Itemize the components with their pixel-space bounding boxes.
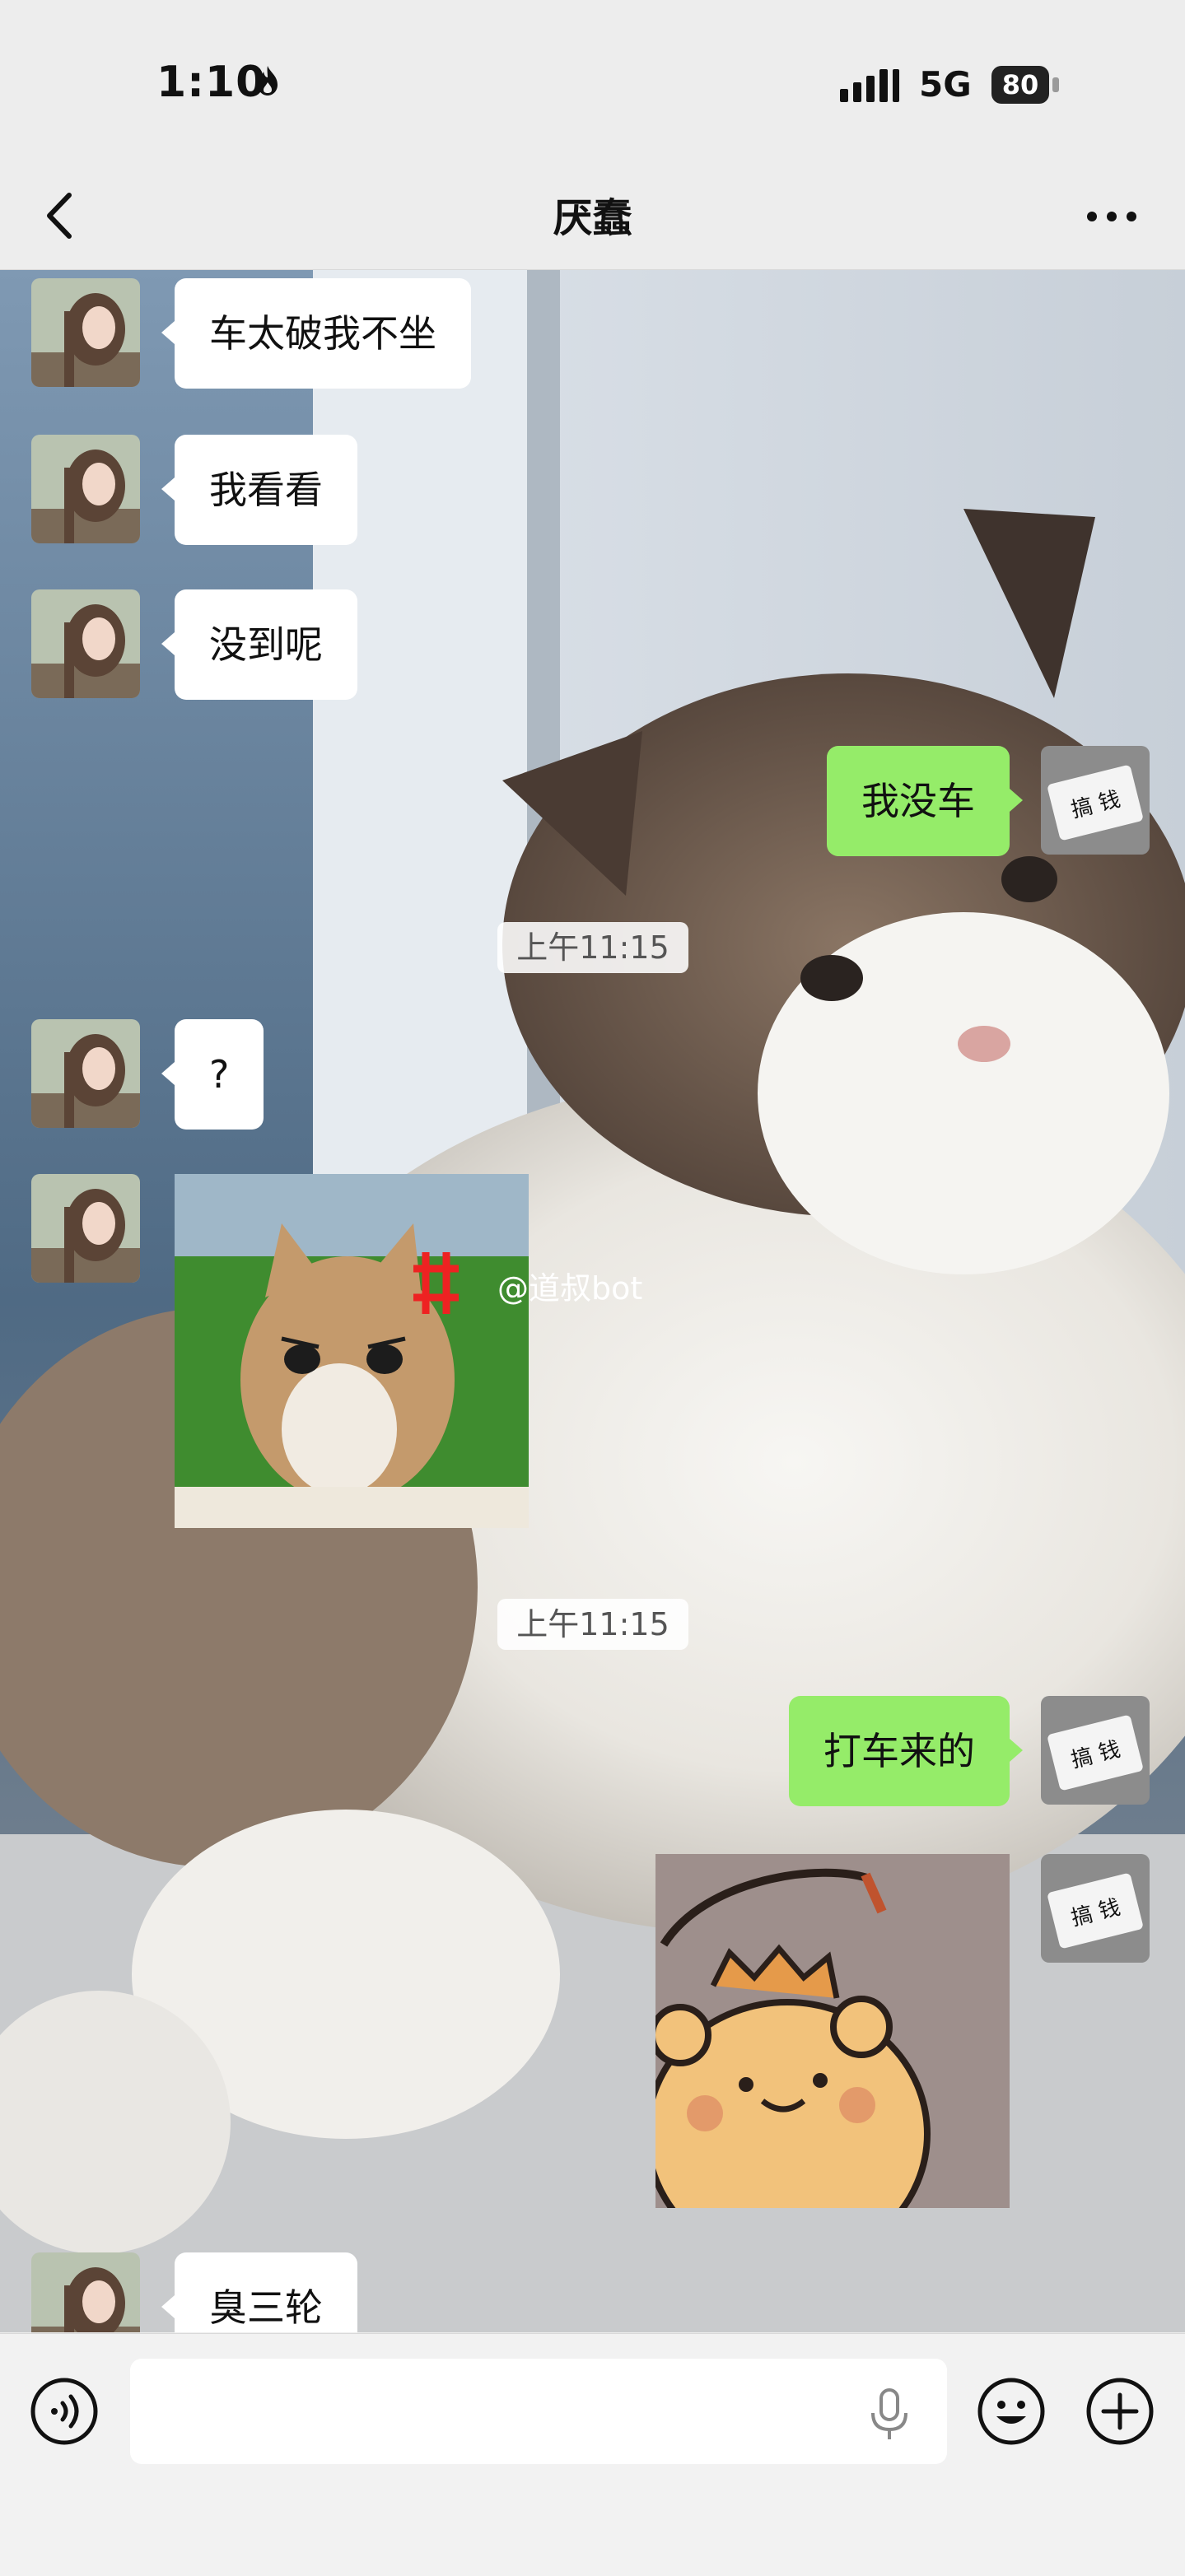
contact-avatar[interactable] <box>31 1174 140 1283</box>
my-avatar[interactable]: 搞 钱 <box>1041 746 1150 855</box>
message-bubble[interactable]: 臭三轮 <box>175 2252 357 2332</box>
battery-level: 80 <box>991 66 1049 104</box>
message-bubble[interactable]: 车太破我不坐 <box>175 278 471 389</box>
timestamp: 上午11:15 <box>497 1599 688 1650</box>
my-avatar[interactable]: 搞 钱 <box>1041 1854 1150 1963</box>
message-bubble-outgoing[interactable]: 我没车 <box>827 746 1010 856</box>
contact-avatar[interactable] <box>31 1019 140 1128</box>
timestamp: 上午11:15 <box>497 922 688 973</box>
chat-header: 厌蠢 <box>0 169 1185 270</box>
chat-area[interactable]: 车太破我不坐 我看看 没到呢 我没车 搞 钱 上午11:15 ? @道叔bot … <box>0 270 1185 2332</box>
battery-icon: 80 <box>991 66 1061 104</box>
message-bubble-outgoing[interactable]: 打车来的 <box>789 1696 1010 1806</box>
contact-avatar[interactable] <box>31 278 140 387</box>
voice-toggle-icon[interactable] <box>30 2377 99 2446</box>
contact-avatar[interactable] <box>31 435 140 543</box>
angry-cat-sticker[interactable] <box>175 1174 529 1528</box>
contact-avatar[interactable] <box>31 589 140 698</box>
status-time: 1:10 <box>156 58 267 107</box>
add-more-icon[interactable] <box>1085 2377 1155 2446</box>
signal-icon <box>840 69 899 102</box>
input-bar <box>0 2333 1185 2576</box>
more-options-icon[interactable] <box>1079 192 1145 241</box>
message-bubble[interactable]: 我看看 <box>175 435 357 545</box>
message-bubble[interactable]: 没到呢 <box>175 589 357 700</box>
emoji-icon[interactable] <box>977 2377 1046 2446</box>
my-avatar[interactable]: 搞 钱 <box>1041 1696 1150 1805</box>
chat-title: 厌蠢 <box>553 195 632 241</box>
weibo-watermark: @道叔bot <box>497 1270 643 1307</box>
flame-icon <box>258 66 278 95</box>
contact-avatar[interactable] <box>31 2252 140 2332</box>
message-bubble[interactable]: ? <box>175 1019 264 1130</box>
message-input[interactable] <box>130 2359 947 2464</box>
microphone-icon[interactable] <box>865 2385 914 2443</box>
bear-sticker[interactable] <box>655 1854 1010 2208</box>
status-bar: 1:10 5G 80 <box>0 0 1185 169</box>
network-label: 5G <box>919 64 972 105</box>
